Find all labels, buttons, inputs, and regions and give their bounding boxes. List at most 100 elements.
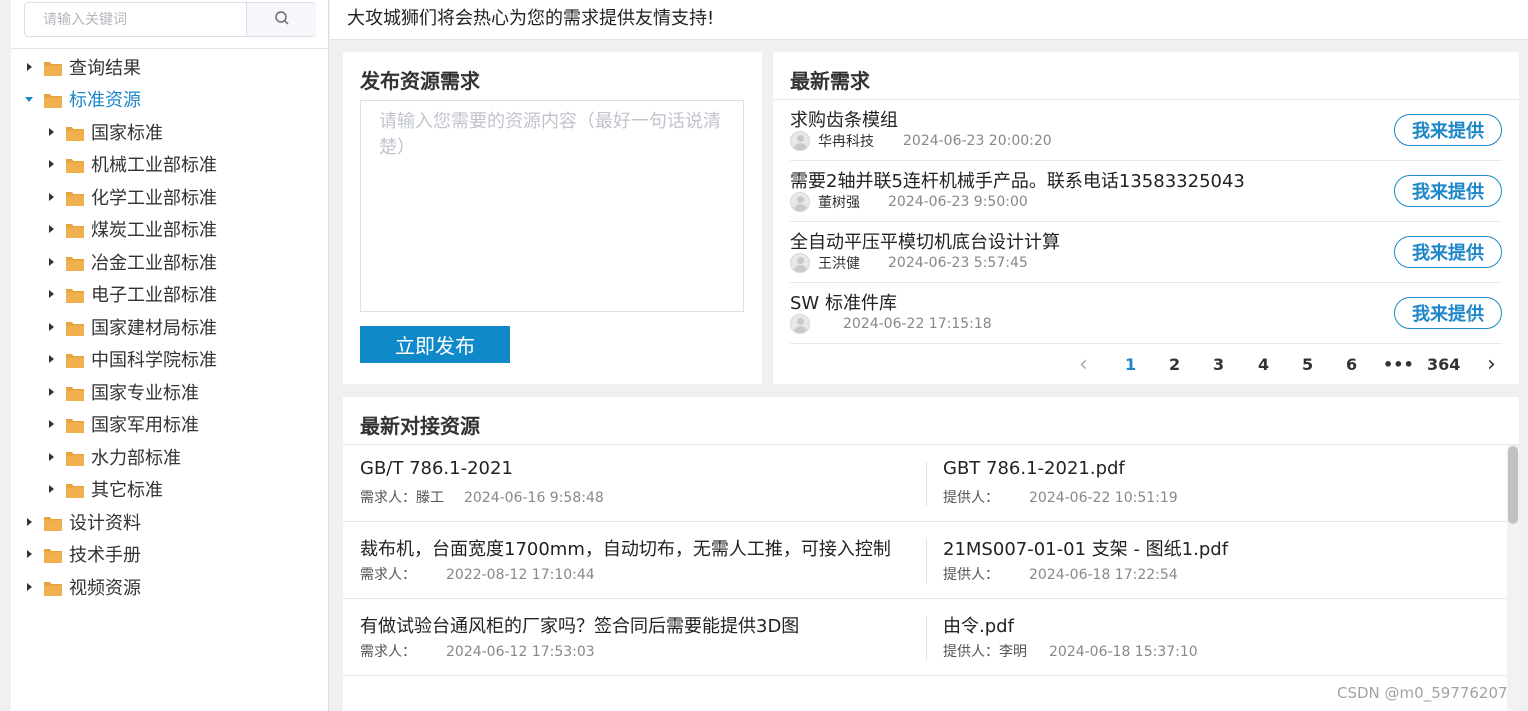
tree-item-label: 查询结果 (69, 58, 141, 79)
page-number-button[interactable]: 364 (1427, 354, 1460, 376)
resource-provide-title[interactable]: GBT 786.1-2021.pdf (943, 458, 1125, 479)
caret-right-icon[interactable] (22, 580, 36, 594)
latest-resources-panel: 最新对接资源 GB/T 786.1-2021 需求人：滕工 2024-06-16 9… (343, 397, 1519, 711)
resource-provide-meta: 提供人： 2024-06-18 17:22:54 (943, 564, 1178, 584)
caret-right-icon[interactable] (44, 287, 58, 301)
caret-right-icon[interactable] (44, 125, 58, 139)
page-number-button[interactable]: 1 (1125, 354, 1136, 376)
demand-row: 需要2轴并联5连杆机械手产品。联系电话13583325043 董树强 2024-06… (790, 161, 1502, 222)
resource-demand-title[interactable]: 有做试验台通风柜的厂家吗？签合同后需要能提供3D图 (360, 612, 799, 638)
caret-right-icon[interactable] (44, 255, 58, 269)
pagination: ‹ 1 2 3 4 5 6 ••• 364 › (1073, 354, 1503, 376)
caret-right-icon[interactable] (44, 190, 58, 204)
folder-icon (66, 450, 84, 466)
caret-right-icon[interactable] (44, 385, 58, 399)
page-number-button[interactable]: 5 (1302, 354, 1313, 376)
resource-demand-meta: 需求人： 2022-08-12 17:10:44 (360, 564, 595, 584)
tree-item-label: 化学工业部标准 (91, 188, 217, 209)
notice-text: 大攻城狮们将会热心为您的需求提供友情支持! (347, 8, 715, 29)
resource-row: 有做试验台通风柜的厂家吗？签合同后需要能提供3D图 需求人： 2024-06-12 … (343, 599, 1510, 676)
caret-right-icon[interactable] (44, 157, 58, 171)
tree-item[interactable]: 视频资源 (22, 573, 141, 601)
demand-row: 求购齿条模组 华冉科技 2024-06-23 20:00:20 我来提供 (790, 100, 1502, 161)
tree-item[interactable]: 查询结果 (22, 53, 141, 81)
caret-right-icon[interactable] (44, 320, 58, 334)
resource-provide-meta: 提供人： 2024-06-22 10:51:19 (943, 487, 1178, 507)
caret-right-icon[interactable] (44, 482, 58, 496)
tree-item-label: 机械工业部标准 (91, 155, 217, 176)
caret-right-icon[interactable] (44, 417, 58, 431)
demand-user: 滕工 (416, 490, 444, 506)
caret-right-icon[interactable] (22, 60, 36, 74)
caret-down-icon[interactable] (22, 92, 36, 106)
tree-item-label: 国家专业标准 (91, 383, 199, 404)
tree-item[interactable]: 国家专业标准 (44, 378, 199, 406)
caret-right-icon[interactable] (44, 352, 58, 366)
caret-right-icon[interactable] (22, 547, 36, 561)
offer-button[interactable]: 我来提供 (1394, 297, 1502, 329)
scrollbar-thumb[interactable] (1508, 446, 1518, 524)
tree-item[interactable]: 电子工业部标准 (44, 280, 217, 308)
next-page-button[interactable]: › (1487, 354, 1496, 376)
tree-item[interactable]: 中国科学院标准 (44, 345, 217, 373)
left-gutter (0, 0, 11, 711)
caret-right-icon[interactable] (44, 450, 58, 464)
page-number-button[interactable]: 3 (1213, 354, 1224, 376)
resource-demand-title[interactable]: 裁布机，台面宽度1700mm，自动切布，无需人工推，可接入控制 (360, 535, 891, 561)
page-number-button[interactable]: ••• (1383, 354, 1414, 376)
folder-icon (66, 482, 84, 498)
tree-item[interactable]: 冶金工业部标准 (44, 248, 217, 276)
caret-right-icon[interactable] (44, 222, 58, 236)
tree-item[interactable]: 标准资源 (22, 85, 141, 113)
tree-item[interactable]: 机械工业部标准 (44, 150, 217, 178)
folder-icon (66, 125, 84, 141)
page-number-button[interactable]: 6 (1346, 354, 1357, 376)
tree-item-label: 标准资源 (69, 90, 141, 111)
tree-item[interactable]: 化学工业部标准 (44, 183, 217, 211)
tree-item[interactable]: 技术手册 (22, 540, 141, 568)
tree-item-label: 国家标准 (91, 123, 163, 144)
folder-icon (66, 287, 84, 303)
demand-title[interactable]: 全自动平压平模切机底台设计计算 (790, 228, 1060, 254)
demand-title[interactable]: SW 标准件库 (790, 289, 897, 315)
tree-item[interactable]: 国家标准 (44, 118, 163, 146)
demand-textarea[interactable] (360, 100, 744, 312)
tree-item[interactable]: 水力部标准 (44, 443, 181, 471)
folder-icon (66, 352, 84, 368)
demand-title[interactable]: 求购齿条模组 (790, 106, 898, 132)
page-number-button[interactable]: 2 (1169, 354, 1180, 376)
tree-item[interactable]: 设计资料 (22, 508, 141, 536)
resource-provide-title[interactable]: 由令.pdf (943, 612, 1014, 638)
offer-button[interactable]: 我来提供 (1394, 236, 1502, 268)
offer-button[interactable]: 我来提供 (1394, 114, 1502, 146)
caret-right-icon[interactable] (22, 515, 36, 529)
search-button[interactable] (246, 3, 316, 36)
prev-page-button[interactable]: ‹ (1079, 354, 1088, 376)
demand-meta: 王洪健 2024-06-23 5:57:45 (790, 253, 1028, 273)
demand-meta: 华冉科技 2024-06-23 20:00:20 (790, 131, 1052, 151)
demand-date: 2024-06-23 5:57:45 (888, 255, 1028, 271)
tree-item[interactable]: 煤炭工业部标准 (44, 215, 217, 243)
offer-button[interactable]: 我来提供 (1394, 175, 1502, 207)
tree-item[interactable]: 国家军用标准 (44, 410, 199, 438)
search-input[interactable] (25, 3, 246, 36)
publish-button[interactable]: 立即发布 (360, 326, 510, 363)
demand-date: 2024-06-22 17:15:18 (843, 316, 992, 332)
page-number-button[interactable]: 4 (1258, 354, 1269, 376)
demand-title[interactable]: 需要2轴并联5连杆机械手产品。联系电话13583325043 (790, 167, 1245, 193)
demand-date: 2022-08-12 17:10:44 (446, 567, 595, 583)
sidebar: 查询结果标准资源国家标准机械工业部标准化学工业部标准煤炭工业部标准冶金工业部标准… (11, 0, 329, 711)
folder-icon (66, 385, 84, 401)
resource-provide-title[interactable]: 21MS007-01-01 支架 - 图纸1.pdf (943, 535, 1228, 561)
provider-date: 2024-06-18 17:22:54 (1029, 567, 1178, 583)
provider-user: 李明 (999, 644, 1027, 660)
latest-resources-title: 最新对接资源 (360, 414, 480, 438)
demand-prefix: 需求人： (360, 490, 416, 506)
resource-provide-meta: 提供人：李明 2024-06-18 15:37:10 (943, 641, 1198, 661)
resource-demand-title[interactable]: GB/T 786.1-2021 (360, 458, 513, 479)
folder-icon (44, 92, 62, 108)
demand-prefix: 需求人： (360, 644, 416, 660)
provider-prefix: 提供人： (943, 567, 999, 583)
tree-item[interactable]: 其它标准 (44, 475, 163, 503)
tree-item[interactable]: 国家建材局标准 (44, 313, 217, 341)
